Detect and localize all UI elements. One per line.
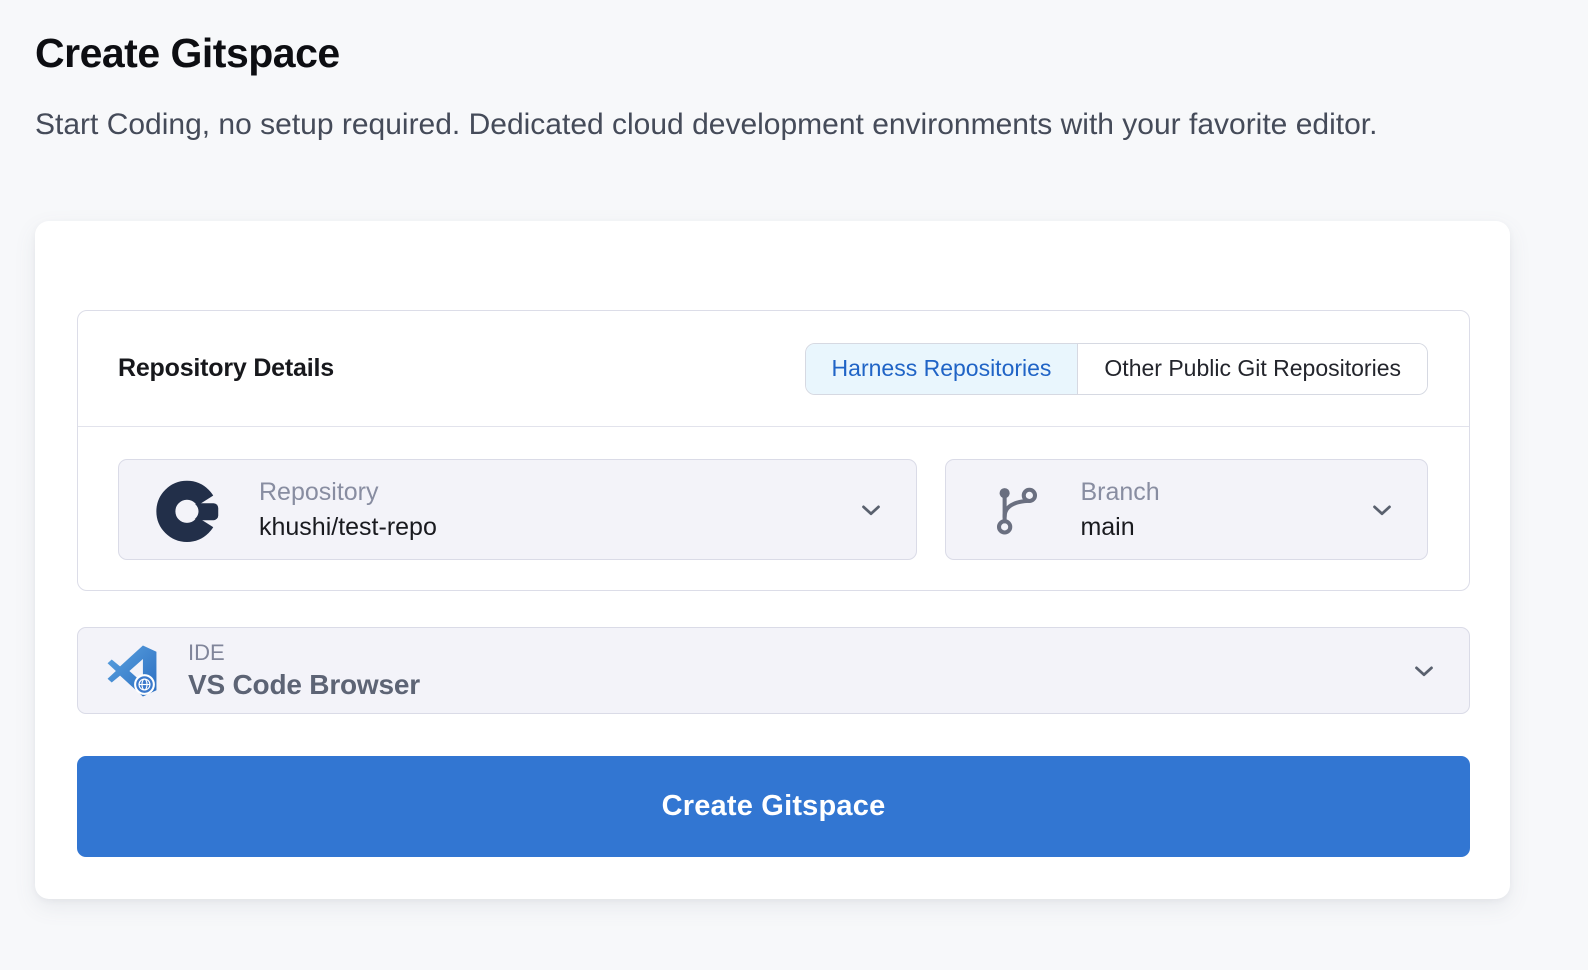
repository-details-header: Repository Details Harness Repositories … <box>78 311 1469 427</box>
create-gitspace-page: Create Gitspace Start Coding, no setup r… <box>0 0 1588 899</box>
repository-details-section: Repository Details Harness Repositories … <box>77 310 1470 591</box>
tab-other-public-git-repositories-label: Other Public Git Repositories <box>1104 355 1401 382</box>
ide-label: IDE <box>188 640 1409 665</box>
page-title: Create Gitspace <box>35 30 1510 77</box>
tab-other-public-git-repositories[interactable]: Other Public Git Repositories <box>1077 344 1427 394</box>
harness-code-repo-icon <box>155 476 223 544</box>
vscode-browser-globe-icon <box>106 645 158 697</box>
repository-label: Repository <box>259 478 856 507</box>
create-gitspace-button[interactable]: Create Gitspace <box>77 756 1470 857</box>
repository-dropdown-text: Repository khushi/test-repo <box>259 478 856 542</box>
branch-value: main <box>1080 513 1367 542</box>
repository-fields-row: Repository khushi/test-repo <box>78 427 1469 560</box>
gitspace-form-card: Repository Details Harness Repositories … <box>35 221 1510 899</box>
chevron-down-icon <box>1409 656 1439 686</box>
chevron-down-icon <box>1367 495 1397 525</box>
branch-label: Branch <box>1080 478 1367 507</box>
ide-dropdown-text: IDE VS Code Browser <box>188 640 1409 701</box>
repository-dropdown[interactable]: Repository khushi/test-repo <box>118 459 917 560</box>
tab-harness-repositories[interactable]: Harness Repositories <box>806 344 1078 394</box>
git-branch-icon <box>990 483 1044 537</box>
ide-dropdown[interactable]: IDE VS Code Browser <box>77 627 1470 714</box>
page-subtitle: Start Coding, no setup required. Dedicat… <box>35 101 1485 148</box>
branch-dropdown-text: Branch main <box>1080 478 1367 542</box>
repository-value: khushi/test-repo <box>259 513 856 542</box>
chevron-down-icon <box>856 495 886 525</box>
ide-value: VS Code Browser <box>188 669 1409 701</box>
branch-dropdown[interactable]: Branch main <box>945 459 1428 560</box>
create-gitspace-button-label: Create Gitspace <box>662 790 886 823</box>
tab-harness-repositories-label: Harness Repositories <box>832 355 1052 382</box>
repository-source-tabs: Harness Repositories Other Public Git Re… <box>805 343 1428 395</box>
repository-details-heading: Repository Details <box>118 354 334 383</box>
